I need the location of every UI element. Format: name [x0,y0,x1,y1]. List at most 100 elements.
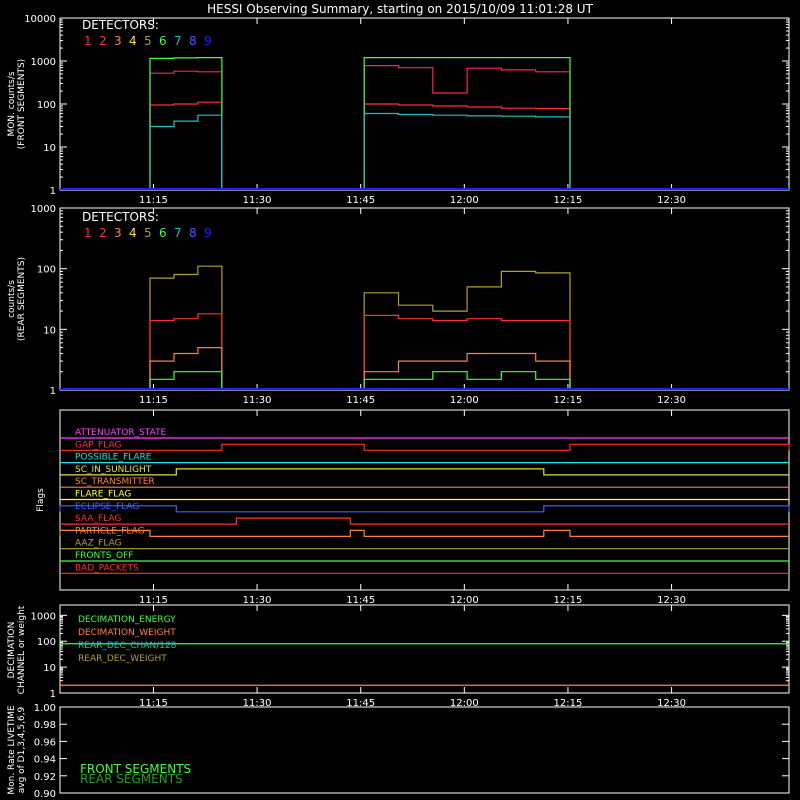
live-y-tick-label: 0.96 [34,737,56,748]
front-series-6 [149,57,571,190]
decimation-panel: DECIMATION CHANNEL or weight 1101001000 … [7,604,790,709]
flag-line-eclipse_flag [59,505,790,513]
y-tick-label: 100 [37,637,56,648]
rear-ylabel-1: counts/s [7,280,17,318]
y-tick-label: 10 [43,143,56,154]
y-tick-label: 1000 [31,57,56,68]
legend-number-2: 2 [99,34,107,48]
x-tick-label: 11:45 [346,595,375,606]
legend-number-4: 4 [129,226,137,240]
flags-x-ticks: 11:15 11:30 11:45 12:00 12:15 12:30 [139,410,686,606]
front-legend-numbers: 123456789 [84,34,212,48]
y-tick-label: 1 [50,689,56,700]
x-tick-label: 12:15 [554,595,583,606]
legend-number-1: 1 [84,226,92,240]
live-y-tick-label: 0.94 [34,755,56,766]
flag-label-gap_flag: GAP_FLAG [75,440,121,450]
decimation-label-2: REAR_DEC_CHAN/128 [78,641,177,651]
y-tick-label: 1 [50,186,56,197]
front-ylabel-1: MON. counts/s [7,71,17,136]
rear-legend-title: DETECTORS: [82,210,159,224]
front-ylabel-2: (FRONT SEGMENTS) [17,59,27,149]
legend-number-2: 2 [99,226,107,240]
front-x-ticks: 11:15 11:30 11:45 12:00 12:15 12:30 [139,18,686,206]
flag-line-gap_flag [60,443,790,451]
legend-number-5: 5 [144,226,152,240]
y-tick-label: 1000 [31,611,56,622]
x-tick-label: 12:15 [554,395,583,406]
live-y-tick-label: 1.00 [34,703,56,714]
legend-number-9: 9 [204,34,212,48]
livetime-ylabel-2: avg of D1,3,4,5,6,9 [17,706,27,793]
flag-label-attenuator_state: ATTENUATOR_STATE [75,428,167,438]
observing-summary-canvas: HESSI Observing Summary, starting on 201… [7,2,790,800]
legend-number-6: 6 [159,34,167,48]
legend-number-5: 5 [144,34,152,48]
y-tick-label: 100 [37,100,56,111]
live-y-tick-label: 0.90 [34,789,56,800]
flag-label-sc_in_sunlight: SC_IN_SUNLIGHT [75,465,152,475]
x-tick-label: 12:30 [657,395,686,406]
front-series-lines [60,57,789,190]
rear-ylabel-2: (REAR SEGMENTS) [17,257,27,341]
legend-number-8: 8 [189,226,197,240]
x-tick-label: 12:00 [450,595,479,606]
decimation-ylabel-2: CHANNEL or weight [17,605,27,694]
x-tick-label: 12:30 [657,595,686,606]
x-tick-label: 11:15 [139,595,168,606]
flag-label-particle_flag: PARTICLE_FLAG [75,526,145,536]
legend-number-1: 1 [84,34,92,48]
x-tick-label: 11:30 [243,395,272,406]
legend-number-3: 3 [114,226,122,240]
flag-line-saa_flag [60,517,789,525]
decimation-label-0: DECIMATION_ENERGY [78,615,176,625]
x-tick-label: 11:30 [243,195,272,206]
flag-label-flare_flag: FLARE_FLAG [75,490,131,500]
livetime-legend-1: REAR SEGMENTS [80,772,183,786]
y-tick-label: 10000 [24,14,56,25]
legend-number-7: 7 [174,34,182,48]
x-tick-label: 12:15 [554,195,583,206]
flag-label-saa_flag: SAA_FLAG [75,514,121,524]
decimation-label-3: REAR_DEC_WEIGHT [78,654,167,664]
flag-line-sc_in_sunlight [60,468,789,476]
livetime-legend: FRONT SEGMENTSREAR SEGMENTS [80,762,191,786]
livetime-panel: Mon. Rate LIVETIME avg of D1,3,4,5,6,9 0… [7,703,790,800]
front-series-1 [149,65,571,190]
rear-series-3 [149,347,571,390]
rear-series-6 [149,371,571,390]
flag-label-eclipse_flag: ECLIPSE_FLAG [75,502,139,512]
x-tick-label: 11:15 [139,195,168,206]
decimation-ylabel-1: DECIMATION [7,622,17,679]
flags-lines: ATTENUATOR_STATE GAP_FLAG POSSIBLE_FLARE SC… [59,428,790,574]
flags-panel: Flags 11:15 11:30 11:45 12:00 12:15 12:30 ATT… [36,409,790,606]
x-tick-label: 11:15 [139,395,168,406]
y-tick-label: 100 [37,265,56,276]
rear-x-ticks: 11:15 11:30 11:45 12:00 12:15 12:30 [139,208,686,406]
livetime-ylabel-1: Mon. Rate LIVETIME [7,705,17,795]
decimation-label-1: DECIMATION_WEIGHT [78,628,176,638]
legend-number-9: 9 [204,226,212,240]
live-y-tick-label: 0.98 [34,720,56,731]
rear-series-2 [149,313,571,390]
legend-number-3: 3 [114,34,122,48]
x-tick-label: 12:30 [657,195,686,206]
flag-label-bad_packets: BAD_PACKETS [75,563,139,573]
y-tick-label: 1 [50,386,56,397]
live-y-tick-label: 0.92 [34,772,56,783]
y-tick-label: 1000 [31,204,56,215]
flag-label-sc_transmitter: SC_TRANSMITTER [75,477,155,487]
x-tick-label: 12:00 [450,195,479,206]
rear-panel-frame [59,207,790,391]
chart-title: HESSI Observing Summary, starting on 201… [207,2,593,16]
y-tick-label: 10 [43,663,56,674]
decimation-lines: DECIMATION_ENERGY DECIMATION_WEIGHT REAR_D… [60,615,789,686]
legend-number-7: 7 [174,226,182,240]
y-tick-label: 10 [43,325,56,336]
legend-number-4: 4 [129,34,137,48]
rear-segments-panel: counts/s (REAR SEGMENTS) DETECTORS: 1234… [7,204,790,406]
legend-number-6: 6 [159,226,167,240]
flag-line-particle_flag [59,529,789,537]
x-tick-label: 12:00 [450,395,479,406]
x-tick-label: 11:30 [243,595,272,606]
